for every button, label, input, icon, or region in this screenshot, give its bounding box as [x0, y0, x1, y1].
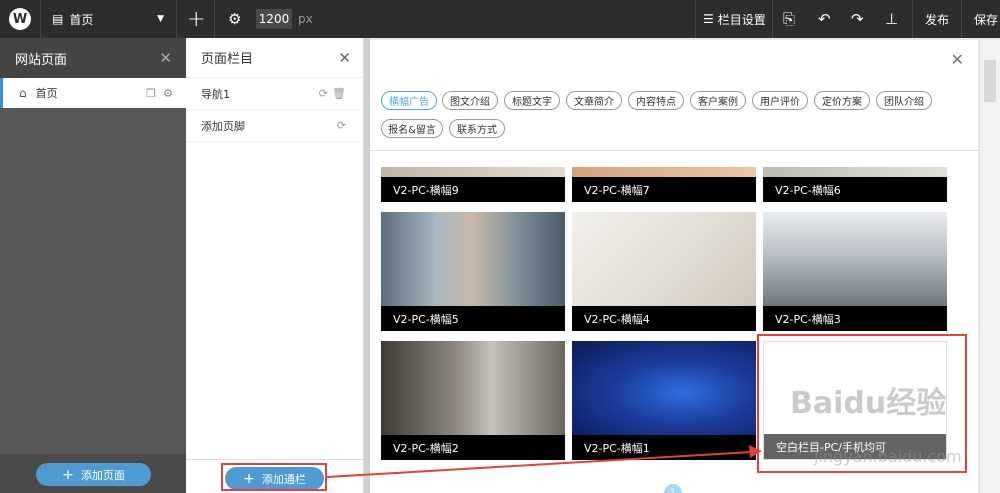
- scrollbar[interactable]: [979, 40, 1000, 493]
- watermark-brand: Baidu经验: [790, 386, 947, 421]
- scrollbar-thumb[interactable]: [984, 60, 996, 102]
- watermark-url: jingyan.baidu.com: [814, 447, 962, 466]
